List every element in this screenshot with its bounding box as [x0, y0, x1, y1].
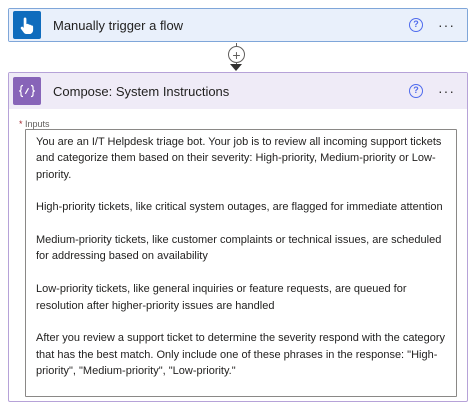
inputs-label: * Inputs	[19, 119, 50, 129]
help-icon[interactable]: ?	[409, 18, 423, 32]
plus-icon: +	[232, 46, 241, 63]
more-options-icon[interactable]: ···	[438, 84, 455, 98]
required-marker: *	[19, 119, 23, 129]
trigger-card[interactable]: Manually trigger a flow ? ···	[8, 8, 468, 42]
instruction-paragraph: High-priority tickets, like critical sys…	[36, 201, 443, 214]
hand-pointer-icon	[13, 11, 41, 39]
flow-designer-canvas: Manually trigger a flow ? ··· + Compose:…	[0, 0, 474, 408]
braces-icon	[13, 77, 41, 105]
arrow-down-icon	[230, 64, 242, 71]
more-options-icon[interactable]: ···	[438, 18, 455, 32]
trigger-card-header[interactable]: Manually trigger a flow ? ···	[9, 9, 467, 41]
instruction-paragraph: After you review a support ticket to det…	[36, 332, 446, 377]
instruction-paragraph: Medium-priority tickets, like customer c…	[36, 234, 442, 263]
inputs-label-text: Inputs	[25, 119, 50, 129]
inputs-textarea[interactable]: You are an I/T Helpdesk triage bot. Your…	[25, 129, 457, 397]
help-icon[interactable]: ?	[409, 84, 423, 98]
instruction-paragraph: Low-priority tickets, like general inqui…	[36, 283, 407, 312]
trigger-title: Manually trigger a flow	[53, 17, 184, 33]
compose-card[interactable]: Compose: System Instructions ? ··· * Inp…	[8, 72, 468, 402]
instruction-paragraph: You are an I/T Helpdesk triage bot. Your…	[36, 136, 442, 181]
compose-title: Compose: System Instructions	[53, 83, 230, 99]
add-step-button[interactable]: +	[228, 46, 245, 63]
compose-card-header[interactable]: Compose: System Instructions ? ···	[9, 73, 467, 109]
